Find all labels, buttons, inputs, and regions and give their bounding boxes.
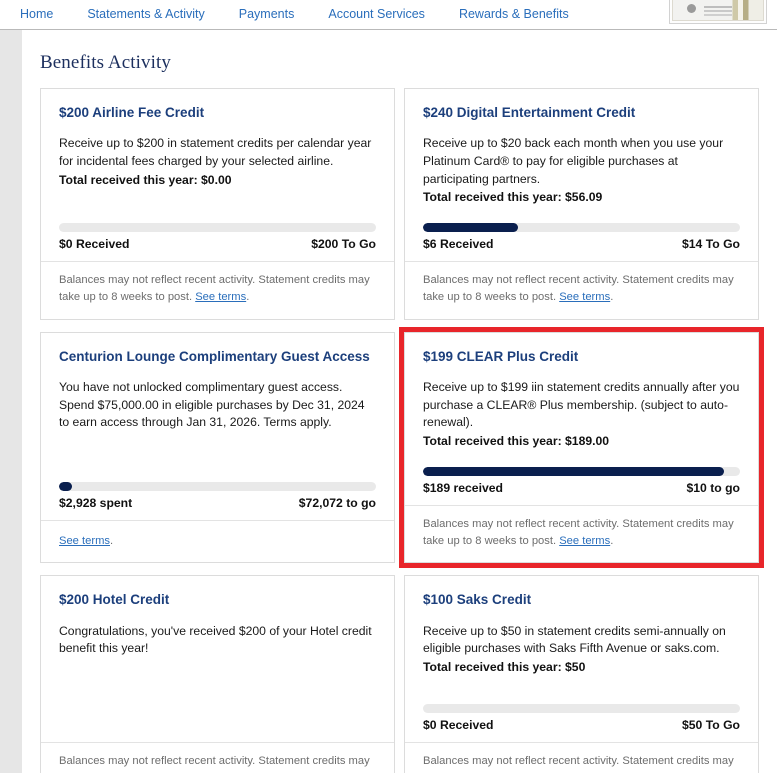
page-title: Benefits Activity	[40, 52, 171, 73]
benefit-total-received: Total received this year: $189.00	[423, 433, 610, 448]
progress-label-to-go: $72,072 to go	[298, 495, 376, 510]
benefit-card-footer: Balances may not reflect recent activity…	[405, 504, 758, 563]
benefit-card-body: $100 Saks Credit Receive up to $50 in sta…	[405, 576, 758, 742]
footer-period: .	[109, 534, 114, 547]
progress-fill	[59, 481, 72, 491]
benefit-card-footer: Balances may not reflect recent activity…	[41, 742, 394, 773]
benefit-card-body: $240 Digital Entertainment Credit Receive…	[405, 89, 758, 261]
progress-label-to-go: $50 To Go	[681, 718, 740, 733]
progress-label-to-go: $14 To Go	[681, 236, 740, 251]
progress-label-to-go: $200 To Go	[311, 236, 376, 251]
progress-labels: $189 received $10 to go	[423, 481, 740, 495]
see-terms-link[interactable]: See terms	[59, 535, 110, 547]
progress-labels: $0 Received $50 To Go	[423, 718, 740, 732]
see-terms-link[interactable]: See terms	[559, 535, 610, 547]
nav-link-home[interactable]: Home	[20, 8, 53, 21]
benefit-card-body: $200 Hotel Credit Congratulations, you've…	[41, 576, 394, 742]
nav-link-account-services[interactable]: Account Services	[328, 8, 425, 21]
progress-track	[59, 222, 376, 232]
benefit-total-received: Total received this year: $56.09	[423, 190, 603, 205]
benefit-card-description: Receive up to $20 back each month when y…	[423, 136, 724, 186]
see-terms-link[interactable]: See terms	[559, 291, 610, 303]
benefit-card-description: Receive up to $50 in statement credits s…	[423, 623, 726, 656]
primary-nav: Home Statements & Activity Payments Account…	[0, 0, 777, 29]
nav-link-statements-activity[interactable]: Statements & Activity	[87, 8, 204, 21]
footer-disclaimer-text: Balances may not reflect recent activity…	[59, 755, 370, 773]
progress-track	[59, 481, 376, 491]
benefit-card-title: $100 Saks Credit	[423, 592, 532, 608]
benefit-card-footer: Balances may not reflect recent activity…	[405, 742, 758, 773]
benefit-progress: $189 received $10 to go	[423, 451, 740, 495]
progress-track	[423, 466, 740, 476]
progress-label-received: $0 Received	[59, 236, 130, 251]
nav-link-payments[interactable]: Payments	[239, 8, 295, 21]
benefit-progress: $0 Received $50 To Go	[423, 688, 740, 732]
benefit-card-description: Receive up to $200 in statement credits …	[59, 136, 372, 168]
content-panel: Benefits Activity $200 Airline Fee Credi…	[22, 30, 777, 773]
see-terms-link[interactable]: See terms	[195, 291, 246, 303]
benefit-card-footer: See terms.	[41, 519, 394, 562]
progress-track	[423, 704, 740, 714]
progress-label-received: $6 Received	[423, 236, 494, 251]
benefit-card-description: Congratulations, you've received $200 of…	[59, 623, 372, 656]
progress-track	[423, 222, 740, 232]
progress-fill	[423, 466, 725, 476]
benefit-card-title: $240 Digital Entertainment Credit	[423, 105, 636, 120]
benefit-card-hotel-credit: $200 Hotel Credit Congratulations, you've…	[40, 575, 395, 773]
benefit-card-body: $200 Airline Fee Credit Receive up to $20…	[41, 89, 394, 261]
page-background: Benefits Activity $200 Airline Fee Credi…	[0, 30, 777, 773]
benefit-card-description: Receive up to $199 iin statement credits…	[423, 379, 740, 430]
benefit-card-description: You have not unlocked complimentary gues…	[59, 379, 365, 430]
nav-link-rewards-benefits[interactable]: Rewards & Benefits	[459, 8, 569, 21]
progress-fill	[423, 222, 519, 232]
benefit-card-footer: Balances may not reflect recent activity…	[405, 260, 758, 319]
benefit-progress: $6 Received $14 To Go	[423, 207, 740, 251]
benefit-total-received: Total received this year: $0.00	[59, 172, 232, 187]
credit-card-art	[672, 0, 764, 21]
credit-card-image[interactable]	[669, 0, 767, 24]
progress-label-received: $189 received	[423, 480, 503, 495]
benefit-card-title: $200 Airline Fee Credit	[59, 105, 205, 120]
benefit-card-saks-credit: $100 Saks Credit Receive up to $50 in sta…	[404, 575, 759, 773]
progress-label-received: $2,928 spent	[59, 495, 133, 510]
benefit-progress: $0 Received $200 To Go	[59, 207, 376, 251]
footer-period: .	[246, 291, 250, 304]
progress-label-to-go: $10 to go	[686, 480, 741, 495]
benefit-card-title: $200 Hotel Credit	[59, 592, 170, 608]
benefit-card-title: $199 CLEAR Plus Credit	[423, 348, 579, 364]
footer-disclaimer-text: Balances may not reflect recent activity…	[423, 755, 734, 773]
footer-period: .	[610, 291, 614, 304]
benefit-progress: $2,928 spent $72,072 to go	[59, 466, 376, 510]
benefit-card-body: Centurion Lounge Complimentary Guest Acc…	[41, 333, 394, 520]
top-navigation-bar: Home Statements & Activity Payments Account…	[0, 0, 777, 30]
benefit-card-digital-entertainment-credit: $240 Digital Entertainment Credit Receive…	[404, 88, 759, 320]
progress-labels: $2,928 spent $72,072 to go	[59, 496, 376, 510]
progress-label-received: $0 Received	[423, 718, 494, 733]
footer-period: .	[610, 534, 614, 547]
benefit-card-footer: Balances may not reflect recent activity…	[41, 260, 394, 319]
benefit-total-received: Total received this year: $50	[423, 659, 586, 674]
progress-labels: $6 Received $14 To Go	[423, 237, 740, 251]
benefit-card-centurion-lounge-guest-access: Centurion Lounge Complimentary Guest Acc…	[40, 331, 395, 564]
progress-labels: $0 Received $200 To Go	[59, 237, 376, 251]
benefits-grid: $200 Airline Fee Credit Receive up to $20…	[22, 88, 777, 773]
benefit-card-airline-fee-credit: $200 Airline Fee Credit Receive up to $20…	[40, 88, 395, 320]
benefit-card-title: Centurion Lounge Complimentary Guest Acc…	[59, 348, 370, 364]
benefit-card-clear-plus-credit: $199 CLEAR Plus Credit Receive up to $199…	[399, 326, 764, 568]
benefit-card-body: $199 CLEAR Plus Credit Receive up to $199…	[405, 333, 758, 505]
